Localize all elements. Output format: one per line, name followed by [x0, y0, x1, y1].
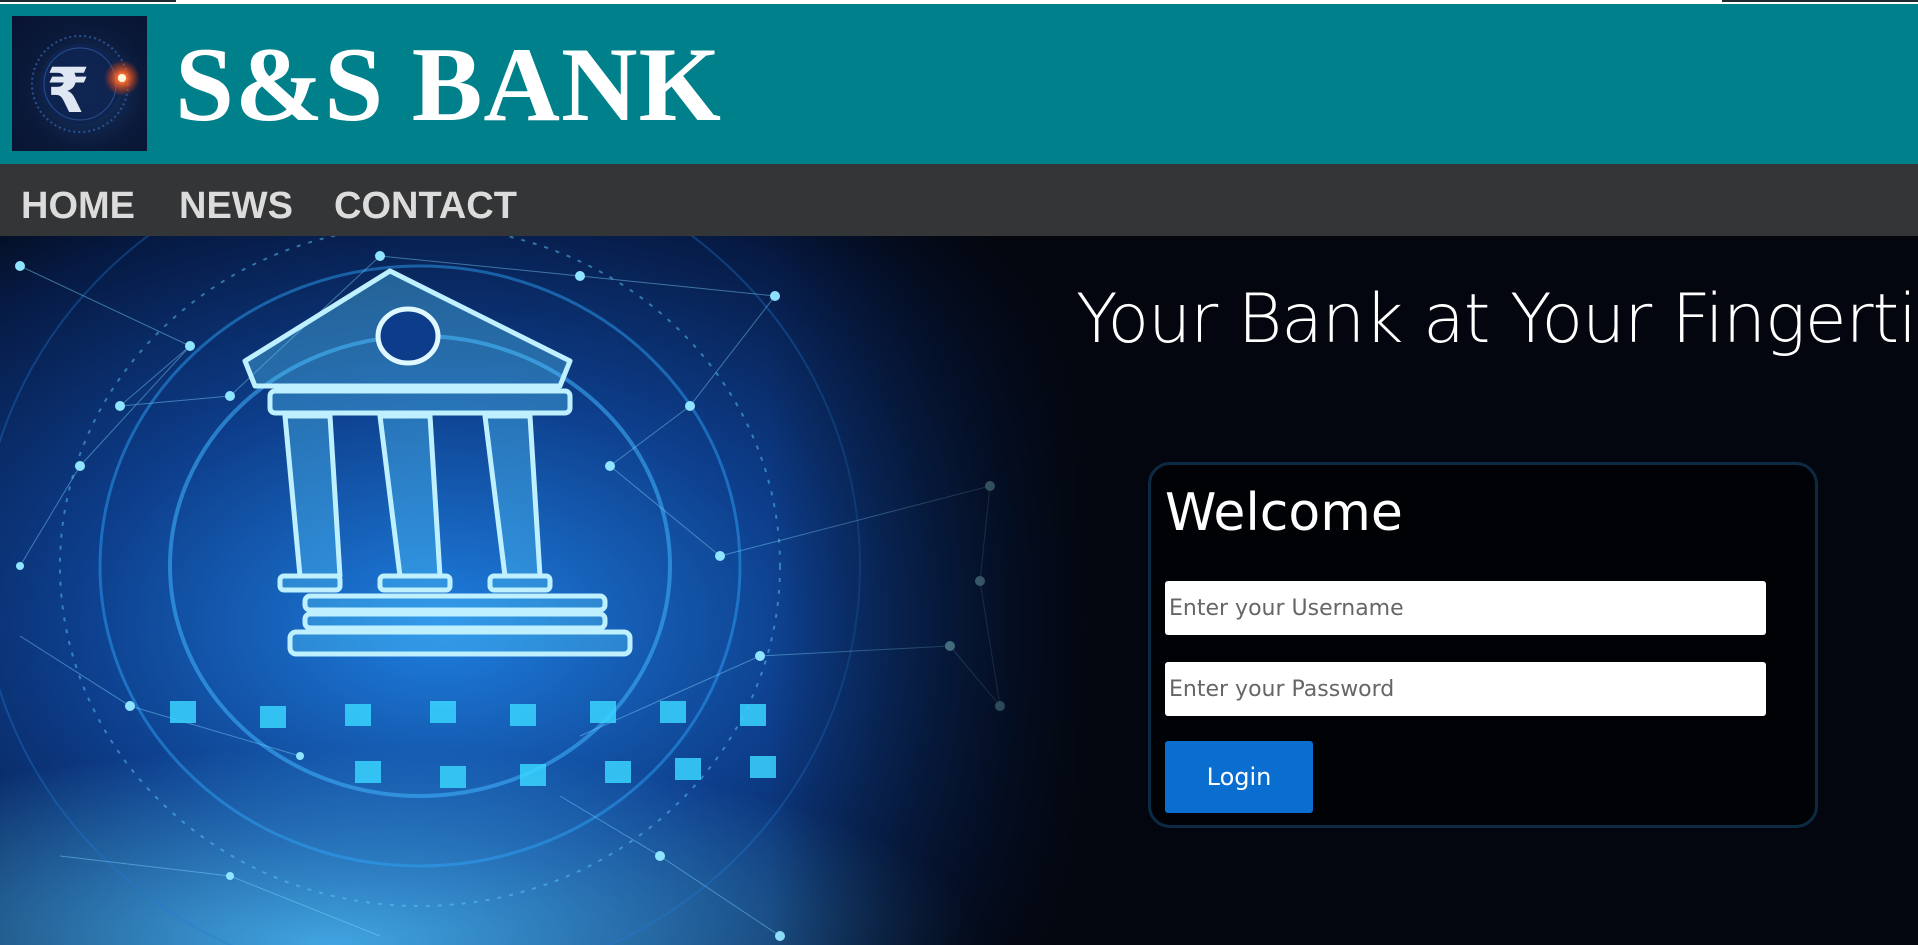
top-border-segment-left [0, 0, 176, 2]
nav-home-link[interactable]: HOME [21, 184, 135, 228]
page: ₹ S&S BANK HOME NEWS CONTACT Your Bank a… [0, 0, 1918, 945]
login-title: Welcome [1165, 483, 1403, 543]
rupee-coin-icon[interactable]: ₹ [12, 16, 147, 151]
svg-text:₹: ₹ [46, 54, 89, 127]
hero-tagline: Your Bank at Your Fingertips. [1076, 280, 1918, 359]
brand-name: S&S BANK [175, 26, 722, 143]
login-button[interactable]: Login [1165, 741, 1313, 813]
main-nav: HOME NEWS CONTACT [0, 164, 1918, 236]
top-border-segment-right [1722, 0, 1918, 2]
bank-building-icon [0, 236, 1100, 945]
login-card: Welcome Login [1148, 462, 1818, 828]
password-input[interactable] [1165, 662, 1766, 716]
nav-contact-link[interactable]: CONTACT [334, 184, 517, 228]
site-header: ₹ S&S BANK [0, 4, 1918, 164]
logo-graphic: ₹ [31, 35, 140, 133]
nav-news-link[interactable]: NEWS [179, 184, 293, 228]
hero-banner: Your Bank at Your Fingertips. Welcome Lo… [0, 236, 1918, 945]
username-input[interactable] [1165, 581, 1766, 635]
